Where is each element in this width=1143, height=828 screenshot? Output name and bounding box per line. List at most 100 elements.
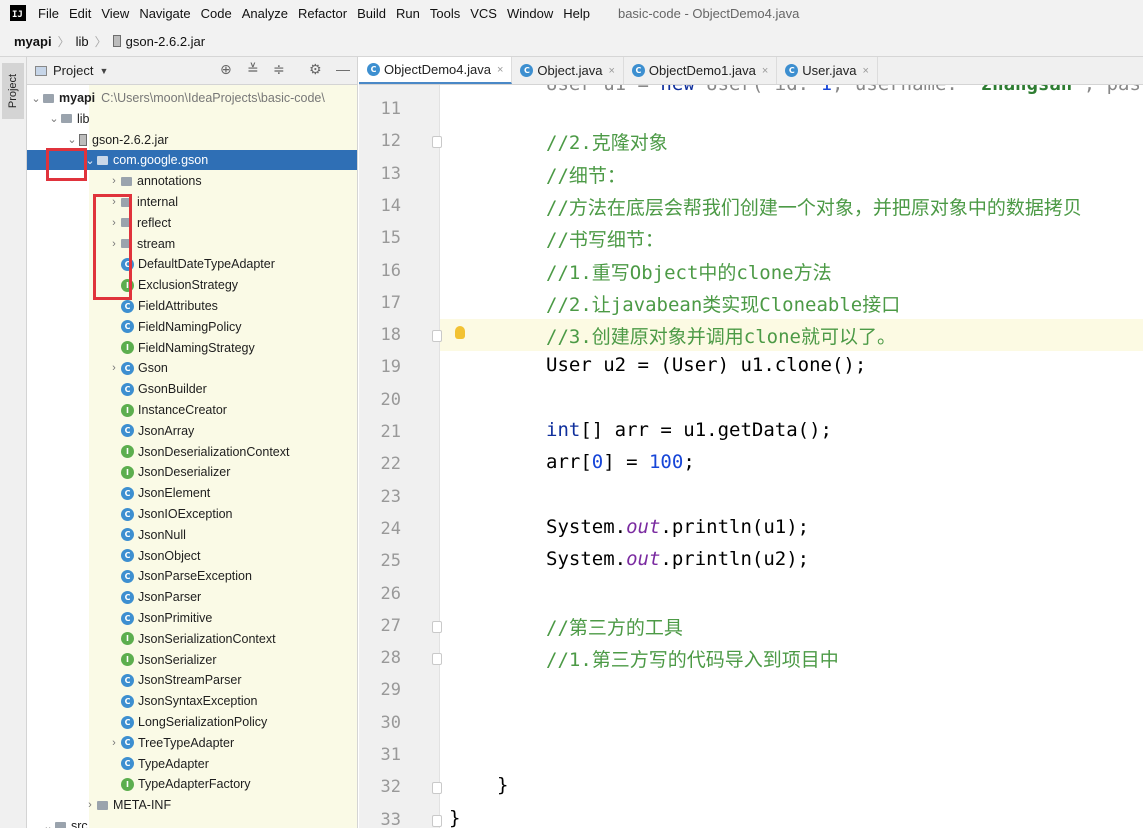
menu-vcs[interactable]: VCS [470, 6, 497, 21]
tree-item-label: Gson [138, 361, 168, 376]
tree-item-subpackage[interactable]: › internal [27, 192, 357, 212]
tree-item-subpackage[interactable]: › stream [27, 234, 357, 254]
tree-item-meta-inf[interactable]: › META-INF [27, 795, 357, 815]
editor-tab[interactable]: C User.java × [777, 57, 878, 84]
project-panel-title[interactable]: Project [53, 63, 93, 78]
menu-window[interactable]: Window [507, 6, 553, 21]
tree-item-class[interactable]: C JsonParseException [27, 566, 357, 586]
line-number: 11 [380, 99, 401, 119]
breadcrumb-lib[interactable]: lib [76, 34, 89, 49]
fold-marker-icon[interactable] [432, 330, 442, 343]
tree-item-lib[interactable]: ⌄ lib [27, 109, 357, 129]
tree-item-src[interactable]: ⌄ src [27, 816, 357, 828]
tree-item-class[interactable]: C JsonPrimitive [27, 608, 357, 628]
tree-item-class[interactable]: C JsonIOException [27, 504, 357, 524]
tree-item-class[interactable]: C LongSerializationPolicy [27, 712, 357, 732]
fold-marker-icon[interactable] [432, 814, 442, 827]
tree-item-subpackage[interactable]: › annotations [27, 171, 357, 191]
tree-item-label: lib [77, 111, 90, 126]
tree-item-class[interactable]: C JsonStreamParser [27, 670, 357, 690]
expand-all-icon[interactable]: ≚ [247, 61, 259, 78]
fold-marker-icon[interactable] [432, 136, 442, 149]
tree-item-class[interactable]: I FieldNamingStrategy [27, 338, 357, 358]
chevron-right-icon[interactable]: › [83, 799, 97, 811]
menu-help[interactable]: Help [563, 6, 590, 21]
tree-item-class[interactable]: I JsonDeserializationContext [27, 442, 357, 462]
tree-item-label: JsonElement [138, 486, 211, 501]
tree-item-class[interactable]: C JsonSyntaxException [27, 691, 357, 711]
breadcrumb-jar[interactable]: gson-2.6.2.jar [126, 34, 206, 49]
close-icon[interactable]: × [608, 65, 614, 77]
chevron-down-icon[interactable]: ⌄ [41, 820, 55, 828]
tree-item-class[interactable]: C GsonBuilder [27, 379, 357, 399]
tree-item-label: myapi [59, 91, 96, 105]
fold-marker-icon[interactable] [432, 620, 442, 633]
gear-icon[interactable]: ⚙ [309, 61, 322, 78]
editor-tab-label: ObjectDemo1.java [648, 63, 756, 78]
chevron-down-icon[interactable]: ⌄ [65, 133, 79, 146]
menu-code[interactable]: Code [201, 6, 232, 21]
tree-item-label: src [71, 819, 88, 828]
chevron-down-icon[interactable]: ⌄ [83, 154, 97, 167]
tree-item-class[interactable]: I TypeAdapterFactory [27, 774, 357, 794]
tree-item-class[interactable]: › C Gson [27, 358, 357, 378]
close-icon[interactable]: × [762, 65, 768, 77]
tree-item-class[interactable]: C FieldNamingPolicy [27, 317, 357, 337]
lightbulb-icon[interactable] [455, 326, 465, 340]
class-icon: C [121, 549, 134, 563]
tree-item-class[interactable]: C DefaultDateTypeAdapter [27, 254, 357, 274]
tree-item-class[interactable]: I JsonSerializationContext [27, 629, 357, 649]
tree-item-class[interactable]: › C TreeTypeAdapter [27, 733, 357, 753]
fold-marker-icon[interactable] [432, 653, 442, 666]
breadcrumb-project[interactable]: myapi [14, 34, 52, 49]
tree-item-class[interactable]: I ExclusionStrategy [27, 275, 357, 295]
tree-item-jar[interactable]: ⌄ gson-2.6.2.jar [27, 130, 357, 150]
chevron-right-icon[interactable]: › [107, 238, 121, 250]
tree-item-class[interactable]: I InstanceCreator [27, 400, 357, 420]
tree-item-class[interactable]: C TypeAdapter [27, 754, 357, 774]
tree-item-class[interactable]: C JsonNull [27, 525, 357, 545]
code-editor[interactable]: 11 12 13 14 15 16 17 18 19 20 21 22 23 24 25 26 27 28 29 30… [359, 85, 1143, 828]
fold-marker-icon[interactable] [432, 782, 442, 795]
tree-item-class[interactable]: C JsonParser [27, 587, 357, 607]
project-tool-tab[interactable]: Project [2, 63, 24, 119]
line-number: 18 [380, 325, 401, 346]
menu-edit[interactable]: Edit [69, 6, 91, 21]
tree-item-class[interactable]: C JsonObject [27, 546, 357, 566]
tree-item-class[interactable]: C JsonArray [27, 421, 357, 441]
line-number: 30 [380, 712, 401, 733]
close-icon[interactable]: × [497, 64, 503, 76]
close-icon[interactable]: × [862, 65, 868, 77]
editor-tab[interactable]: C ObjectDemo4.java × [359, 57, 513, 84]
menu-file[interactable]: File [38, 6, 59, 21]
project-path: C:\Users\moon\IdeaProjects\basic-code\ [101, 91, 325, 105]
chevron-right-icon[interactable]: › [107, 196, 121, 208]
chevron-down-icon[interactable]: ▼ [99, 66, 108, 76]
menu-navigate[interactable]: Navigate [139, 6, 190, 21]
chevron-right-icon[interactable]: › [107, 737, 121, 749]
chevron-down-icon[interactable]: ⌄ [47, 112, 61, 125]
menu-build[interactable]: Build [357, 6, 386, 21]
hide-icon[interactable]: — [336, 61, 350, 77]
tree-item-class[interactable]: C FieldAttributes [27, 296, 357, 316]
locate-icon[interactable]: ⊕ [220, 61, 232, 78]
tree-item-class[interactable]: I JsonDeserializer [27, 462, 357, 482]
chevron-right-icon[interactable]: › [107, 362, 121, 374]
tree-item-label: LongSerializationPolicy [138, 715, 268, 729]
menu-analyze[interactable]: Analyze [242, 6, 288, 21]
chevron-right-icon[interactable]: › [107, 217, 121, 229]
editor-tab[interactable]: C ObjectDemo1.java × [624, 57, 778, 84]
chevron-down-icon[interactable]: ⌄ [29, 92, 43, 105]
tree-item-class[interactable]: C JsonElement [27, 483, 357, 503]
tree-item-subpackage[interactable]: › reflect [27, 213, 357, 233]
menu-refactor[interactable]: Refactor [298, 6, 347, 21]
menu-tools[interactable]: Tools [430, 6, 460, 21]
tree-item-class[interactable]: I JsonSerializer [27, 650, 357, 670]
menu-view[interactable]: View [101, 6, 129, 21]
tree-item-root[interactable]: ⌄ myapi C:\Users\moon\IdeaProjects\basic-c… [27, 88, 357, 108]
menu-run[interactable]: Run [396, 6, 420, 21]
editor-tab[interactable]: C Object.java × [512, 57, 624, 84]
chevron-right-icon[interactable]: › [107, 175, 121, 187]
tree-item-package[interactable]: ⌄ com.google.gson [27, 150, 357, 171]
collapse-all-icon[interactable]: ≑ [273, 61, 285, 78]
